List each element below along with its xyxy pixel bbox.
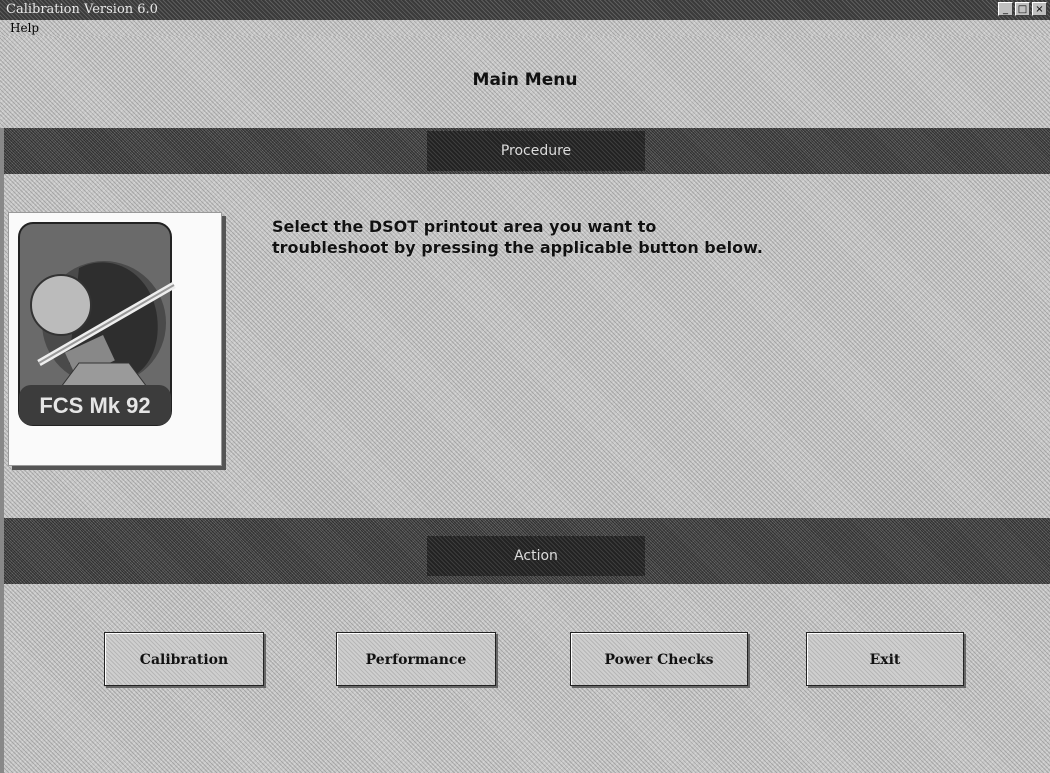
page-title: Main Menu	[472, 70, 578, 90]
window-title: Calibration Version 6.0	[6, 2, 158, 17]
performance-button[interactable]: Performance	[336, 632, 496, 686]
window-controls: _ □ ×	[998, 2, 1047, 16]
title-bar: Calibration Version 6.0 _ □ ×	[0, 0, 1050, 20]
action-label: Action	[427, 536, 645, 576]
maximize-button[interactable]: □	[1015, 2, 1030, 16]
procedure-label: Procedure	[427, 131, 645, 171]
action-band: Action	[4, 518, 1050, 584]
logo-text: FCS Mk 92	[39, 393, 150, 418]
power-checks-button[interactable]: Power Checks	[570, 632, 748, 686]
fcs-logo-graphic: FCS Mk 92	[18, 222, 176, 426]
menu-bar: Help	[0, 20, 1050, 36]
instructions-text: Select the DSOT printout area you want t…	[272, 217, 763, 257]
minimize-button[interactable]: _	[998, 2, 1013, 16]
menu-help[interactable]: Help	[8, 20, 41, 36]
calibration-button[interactable]: Calibration	[104, 632, 264, 686]
fcs-logo: FCS Mk 92	[8, 212, 222, 466]
exit-button[interactable]: Exit	[806, 632, 964, 686]
close-button[interactable]: ×	[1032, 2, 1047, 16]
procedure-band: Procedure	[4, 128, 1050, 174]
